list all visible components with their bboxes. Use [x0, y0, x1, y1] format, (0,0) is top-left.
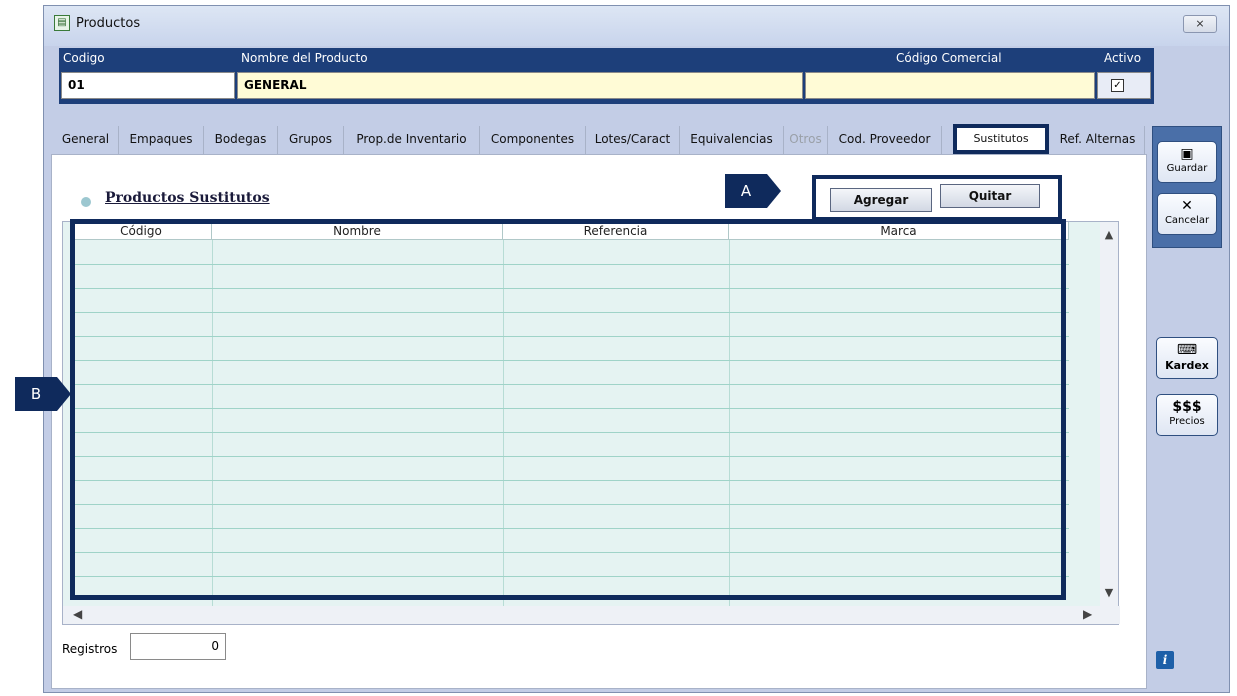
sustitutos-grid[interactable]: Código Nombre Referencia Marca ▲ ▼ ◀ ▶ [62, 221, 1120, 625]
product-header: Codigo Nombre del Producto Código Comerc… [59, 48, 1154, 104]
codigo-field[interactable]: 01 [61, 72, 235, 99]
table-row [71, 408, 1069, 409]
activo-header: Activo [1104, 51, 1142, 65]
tab-componentes[interactable]: Componentes [480, 126, 586, 154]
tab-ref-alternas[interactable]: Ref. Alternas [1051, 126, 1145, 154]
quitar-button[interactable]: Quitar [940, 184, 1040, 208]
table-row [71, 288, 1069, 289]
tab-strip: General Empaques Bodegas Grupos Prop.de … [53, 124, 1146, 154]
floppy-disk-icon: ▣ [1180, 146, 1194, 162]
guardar-label: Guardar [1166, 163, 1208, 174]
table-row [71, 360, 1069, 361]
table-row [71, 480, 1069, 481]
guardar-button[interactable]: ▣ Guardar [1157, 141, 1217, 183]
activo-cell [1097, 72, 1151, 99]
tab-cod-proveedor[interactable]: Cod. Proveedor [828, 126, 942, 154]
title-bar: ▤ Productos ⨯ [44, 6, 1229, 46]
nombre-field[interactable]: GENERAL [237, 72, 803, 99]
precios-symbol: $$$ [1172, 399, 1202, 415]
table-row [71, 504, 1069, 505]
kardex-label: Kardex [1165, 359, 1209, 372]
scroll-up-icon[interactable]: ▲ [1100, 228, 1118, 241]
section-bullet-icon [81, 197, 91, 207]
table-row [71, 264, 1069, 265]
registros-label: Registros [62, 642, 118, 656]
comercial-field[interactable] [805, 72, 1095, 99]
window-title: Productos [76, 16, 141, 31]
tab-bodegas[interactable]: Bodegas [204, 126, 278, 154]
table-row [71, 384, 1069, 385]
col-header-nombre[interactable]: Nombre [212, 222, 503, 240]
keyboard-icon: ⌨ [1176, 342, 1198, 358]
callout-a: A [725, 174, 781, 208]
scroll-down-icon[interactable]: ▼ [1100, 586, 1118, 599]
col-header-marca[interactable]: Marca [729, 222, 1069, 240]
tab-empaques[interactable]: Empaques [119, 126, 204, 154]
tab-lotes-caract[interactable]: Lotes/Caract [586, 126, 680, 154]
side-action-panel: ▣ Guardar ✕ Cancelar [1152, 126, 1222, 248]
registros-count: 0 [130, 633, 226, 660]
activo-checkbox[interactable]: ✓ [1111, 79, 1124, 92]
col-header-referencia[interactable]: Referencia [503, 222, 729, 240]
tab-general[interactable]: General [53, 126, 119, 154]
tab-grupos[interactable]: Grupos [278, 126, 344, 154]
tab-equivalencias[interactable]: Equivalencias [680, 126, 784, 154]
product-window-icon: ▤ [54, 15, 70, 31]
cancelar-button[interactable]: ✕ Cancelar [1157, 193, 1217, 235]
vertical-scrollbar[interactable]: ▲ ▼ [1100, 222, 1118, 606]
table-row [71, 528, 1069, 529]
table-row [71, 456, 1069, 457]
codigo-header: Codigo [63, 51, 105, 65]
comercial-header: Código Comercial [896, 51, 1002, 65]
x-cancel-icon: ✕ [1181, 198, 1193, 214]
callout-b: B [15, 377, 71, 411]
close-button[interactable]: ⨯ [1183, 15, 1217, 33]
cancelar-label: Cancelar [1164, 215, 1210, 226]
col-header-codigo[interactable]: Código [71, 222, 212, 240]
precios-button[interactable]: $$$ Precios [1156, 394, 1218, 436]
nombre-header: Nombre del Producto [241, 51, 368, 65]
scroll-left-icon[interactable]: ◀ [73, 607, 82, 621]
table-row [71, 552, 1069, 553]
productos-window: ▤ Productos ⨯ Codigo Nombre del Producto… [43, 5, 1230, 693]
horizontal-scrollbar[interactable]: ◀ ▶ [63, 606, 1120, 624]
scroll-right-icon[interactable]: ▶ [1083, 607, 1092, 621]
table-row [71, 336, 1069, 337]
table-row [71, 312, 1069, 313]
precios-label: Precios [1169, 416, 1205, 427]
action-buttons-box: Agregar Quitar [812, 175, 1062, 221]
kardex-button[interactable]: ⌨ Kardex [1156, 337, 1218, 379]
table-row [71, 432, 1069, 433]
table-row [71, 576, 1069, 577]
section-title: Productos Sustitutos [105, 190, 270, 206]
tab-sustitutos[interactable]: Sustitutos [953, 124, 1049, 154]
tab-prop-inventario[interactable]: Prop.de Inventario [344, 126, 480, 154]
tab-otros: Otros [784, 126, 828, 154]
info-icon[interactable]: i [1156, 651, 1174, 669]
sustitutos-panel: Productos Sustitutos A Agregar Quitar Có… [51, 154, 1147, 689]
agregar-button[interactable]: Agregar [830, 188, 932, 212]
